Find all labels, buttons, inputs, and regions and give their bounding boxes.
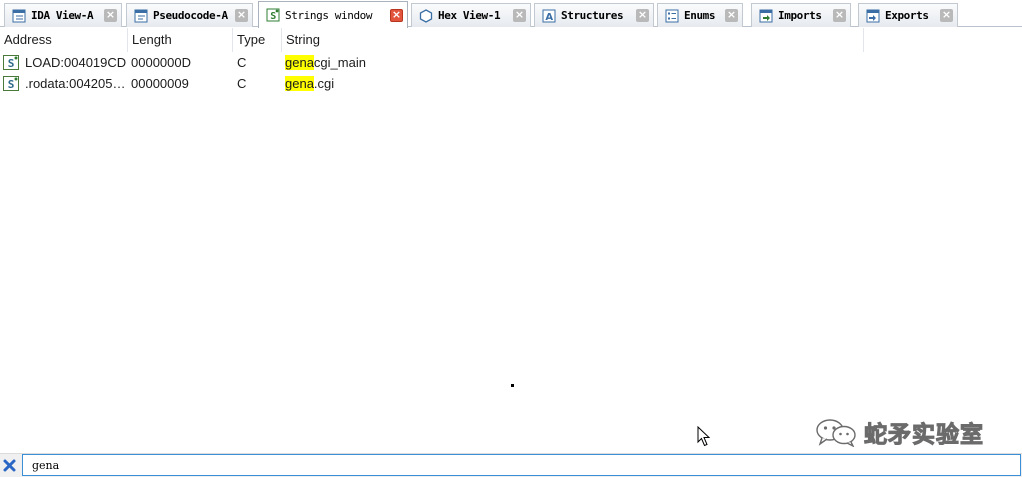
column-header-string[interactable]: String	[282, 28, 864, 52]
hex-view-icon	[419, 8, 433, 23]
imports-icon	[759, 9, 773, 22]
tab-imports[interactable]: Imports ×	[751, 3, 851, 27]
close-icon[interactable]: ×	[513, 9, 526, 22]
strings-table: Address Length Type String S LOAD:004019…	[0, 28, 1022, 453]
wechat-logo-icon	[816, 419, 856, 447]
pseudocode-icon	[134, 9, 148, 22]
clear-filter-icon[interactable]	[2, 458, 17, 473]
search-match-highlight: gena	[285, 55, 314, 70]
svg-text:A: A	[545, 12, 553, 23]
tab-label: Exports	[885, 9, 929, 22]
tab-label: Enums	[684, 9, 716, 22]
close-icon[interactable]: ×	[833, 9, 846, 22]
close-icon[interactable]: ×	[104, 9, 117, 22]
string-remainder: cgi_main	[313, 55, 366, 70]
cell-type: C	[237, 55, 247, 70]
close-icon[interactable]: ×	[940, 9, 953, 22]
tab-structures[interactable]: A Structures ×	[534, 3, 654, 27]
tab-label: Structures	[561, 9, 624, 22]
string-remainder: .cgi	[313, 76, 335, 91]
close-icon[interactable]: ×	[390, 8, 403, 22]
close-icon[interactable]: ×	[725, 9, 738, 22]
tab-label: Pseudocode-A	[153, 9, 228, 22]
ida-view-icon	[12, 9, 26, 22]
tab-pseudocode-a[interactable]: Pseudocode-A ×	[126, 3, 253, 27]
column-header-type[interactable]: Type	[233, 28, 282, 52]
svg-text:S: S	[8, 78, 15, 91]
cell-address: LOAD:004019CD	[25, 55, 127, 70]
svg-text:S: S	[8, 57, 15, 70]
close-icon[interactable]: ×	[235, 9, 248, 22]
cell-address: .rodata:004205…	[25, 76, 126, 91]
strings-icon: S	[266, 8, 280, 22]
mouse-cursor-icon	[697, 426, 711, 447]
tab-exports[interactable]: Exports ×	[858, 3, 958, 27]
tab-ida-view-a[interactable]: IDA View-A ×	[4, 3, 122, 27]
cell-string: genacgi_main	[285, 52, 366, 73]
cell-length: 0000000D	[131, 55, 191, 70]
cell-length: 00000009	[131, 76, 189, 91]
table-row[interactable]: S LOAD:004019CD 0000000D C genacgi_main	[0, 52, 1022, 73]
column-header-length[interactable]: Length	[128, 28, 233, 52]
search-match-highlight: gena	[285, 76, 314, 91]
table-header: Address Length Type String	[0, 28, 1022, 52]
cell-type: C	[237, 76, 247, 91]
structures-icon: A	[542, 9, 556, 23]
tab-label: Strings window	[285, 8, 373, 22]
column-header-address[interactable]: Address	[0, 28, 128, 52]
tab-label: IDA View-A	[31, 9, 94, 22]
tab-label: Hex View-1	[438, 9, 501, 22]
exports-icon	[866, 9, 880, 22]
cell-string: gena.cgi	[285, 73, 334, 94]
tab-label: Imports	[778, 9, 822, 22]
svg-text:S: S	[270, 11, 276, 22]
watermark-text: 蛇矛实验室	[864, 422, 984, 449]
enums-icon	[665, 9, 679, 22]
stray-pixel-dot	[511, 384, 514, 387]
tab-hex-view-1[interactable]: Hex View-1 ×	[411, 3, 531, 27]
watermark: 蛇矛实验室	[814, 414, 984, 450]
table-row[interactable]: S .rodata:004205… 00000009 C gena.cgi	[0, 73, 1022, 94]
quick-filter-bar	[0, 453, 1022, 477]
tab-strings-window[interactable]: S Strings window ×	[258, 1, 408, 28]
tab-enums[interactable]: Enums ×	[657, 3, 743, 27]
filter-input[interactable]	[22, 454, 1021, 476]
tab-bar: IDA View-A × Pseudocode-A × S Strings wi…	[0, 0, 1022, 28]
string-icon: S	[3, 55, 19, 70]
string-icon: S	[3, 76, 19, 91]
close-icon[interactable]: ×	[636, 9, 649, 22]
